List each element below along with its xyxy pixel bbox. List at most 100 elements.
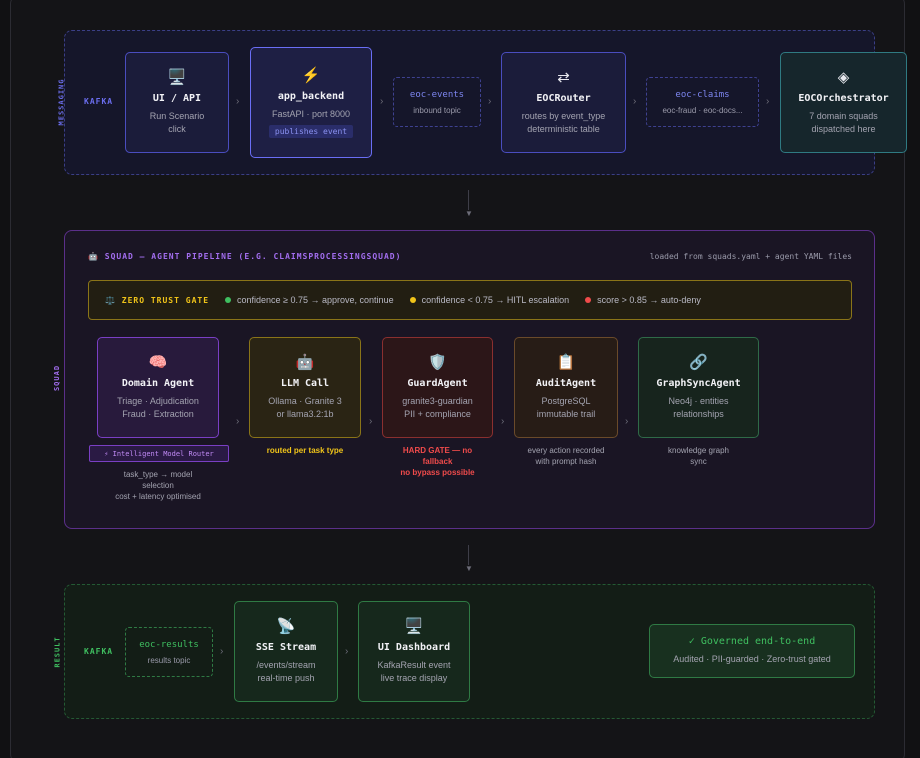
squad-label: SQUAD (53, 364, 62, 392)
gate-criterion-approve: confidence ≥ 0.75 → approve, continue (237, 295, 394, 305)
squad-loaded-from: loaded from squads.yaml + agent YAML fil… (649, 252, 852, 261)
chevron-right-icon: › (501, 416, 505, 427)
eoc-orchestrator-node: ◈ EOCOrchestrator 7 domain squads dispat… (780, 52, 907, 153)
robot-icon: 🤖 (295, 354, 315, 371)
eoc-events-topic: eoc-events inbound topic (393, 77, 481, 127)
eoc-claims-topic: eoc-claims eoc-fraud · eoc-docs... (646, 77, 759, 127)
guard-agent-sub1: granite3-guardian (402, 396, 473, 406)
governed-title: ✓ Governed end-to-end (688, 636, 816, 647)
guard-note: HARD GATE — no fallback no bypass possib… (382, 445, 493, 478)
ui-dashboard-sub1: KafkaResult event (377, 660, 451, 670)
sse-stream-node: 📡 SSE Stream /events/stream real-time pu… (234, 601, 338, 702)
guard-note-line1: HARD GATE — no (402, 446, 473, 455)
llm-call-sub2: or llama3.2:1b (276, 409, 334, 419)
eoc-orchestrator-sub1: 7 domain squads (809, 111, 878, 121)
eoc-results-title: eoc-results (139, 639, 199, 650)
domain-agent-node: 🧠 Domain Agent Triage · Adjudication Fra… (97, 337, 219, 438)
governed-sub: Audited · PII-guarded · Zero-trust gated (673, 654, 831, 664)
monitor-icon: 🖥️ (404, 618, 424, 635)
graph-note-line1: knowledge graph (668, 446, 729, 455)
chevron-right-icon: › (236, 416, 240, 427)
sse-stream-title: SSE Stream (255, 642, 317, 653)
eoc-results-sub: results topic (147, 655, 191, 665)
audit-note-line1: every action recorded (527, 446, 605, 455)
eoc-claims-sub: eoc-fraud · eoc-docs... (662, 105, 743, 115)
publishes-event-badge: publishes event (268, 125, 354, 138)
swap-arrows-icon: ⇄ (557, 69, 570, 86)
graph-note-line2: sync (690, 457, 707, 466)
app-backend-sub: FastAPI · port 8000 (271, 109, 351, 119)
ui-dashboard-sub2: live trace display (380, 673, 448, 683)
audit-agent-node: 📋 AuditAgent PostgreSQL immutable trail (514, 337, 618, 438)
guard-agent-title: GuardAgent (407, 378, 468, 389)
router-note-line2: selection (142, 481, 174, 490)
eoc-router-sub2: deterministic table (527, 124, 600, 134)
governed-end-to-end-box: ✓ Governed end-to-end Audited · PII-guar… (649, 624, 855, 678)
graph-note: knowledge graph sync (638, 445, 759, 467)
domain-agent-sub1: Triage · Adjudication (117, 396, 199, 406)
llm-call-node: 🤖 LLM Call Ollama · Granite 3 or llama3.… (249, 337, 361, 438)
guard-note-line2: fallback (422, 457, 453, 466)
sse-stream-sub1: /events/stream (256, 660, 316, 670)
app-backend-node: ⚡ app_backend FastAPI · port 8000 publis… (250, 47, 372, 158)
chevron-right-icon: › (633, 96, 637, 107)
llm-call-title: LLM Call (280, 378, 330, 389)
audit-agent-title: AuditAgent (535, 378, 597, 389)
guard-agent-node: 🛡️ GuardAgent granite3-guardian PII + co… (382, 337, 493, 438)
llm-note: routed per task type (266, 446, 344, 455)
link-icon: 🔗 (689, 354, 708, 371)
arrow-down-icon: ▼ (465, 564, 473, 573)
domain-agent-sub2: Fraud · Extraction (122, 409, 194, 419)
kafka-label-bottom: KAFKA (84, 647, 114, 656)
lightning-icon: ⚡ (301, 67, 321, 84)
eoc-orchestrator-sub2: dispatched here (811, 124, 876, 134)
eoc-router-sub1: routes by event_type (521, 111, 606, 121)
chevron-right-icon: › (625, 416, 629, 427)
diamond-icon: ◈ (837, 69, 850, 86)
graph-sync-agent-title: GraphSyncAgent (656, 378, 741, 389)
green-dot-icon (225, 297, 232, 303)
squad-pipeline-title: 🤖 SQUAD — AGENT PIPELINE (E.G. CLAIMSPRO… (88, 252, 402, 261)
router-note-line1: task_type → model (123, 470, 193, 479)
llm-call-sub1: Ollama · Granite 3 (268, 396, 342, 406)
ui-dashboard-title: UI Dashboard (377, 642, 451, 653)
eoc-claims-title: eoc-claims (675, 89, 730, 100)
eoc-events-sub: inbound topic (413, 105, 461, 115)
chevron-right-icon: › (369, 416, 373, 427)
zero-trust-gate: ⚖️ ZERO TRUST GATE confidence ≥ 0.75 → a… (88, 280, 852, 320)
messaging-label: MESSAGING (57, 78, 66, 126)
audit-note-line2: with prompt hash (535, 457, 597, 466)
gate-criterion-hitl: confidence < 0.75 → HITL escalation (421, 295, 570, 305)
eoc-router-node: ⇄ EOCRouter routes by event_type determi… (501, 52, 626, 153)
connector-line (468, 190, 469, 210)
audit-note: every action recorded with prompt hash (509, 445, 623, 467)
eoc-orchestrator-title: EOCOrchestrator (798, 93, 889, 104)
clipboard-icon: 📋 (556, 354, 576, 371)
audit-agent-sub1: PostgreSQL (541, 396, 591, 406)
ui-dashboard-node: 🖥️ UI Dashboard KafkaResult event live t… (358, 601, 470, 702)
result-label: RESULT (53, 636, 62, 668)
ui-api-sub2: click (168, 124, 186, 134)
chevron-right-icon: › (345, 646, 349, 657)
chevron-right-icon: › (766, 96, 770, 107)
ui-api-title: UI / API (152, 93, 202, 104)
eoc-router-title: EOCRouter (536, 93, 591, 104)
router-note: task_type → model selection cost + laten… (97, 469, 219, 502)
ui-api-sub1: Run Scenario (149, 111, 205, 121)
audit-agent-sub2: immutable trail (536, 409, 596, 419)
red-dot-icon (585, 297, 592, 303)
sse-stream-sub2: real-time push (257, 673, 315, 683)
app-backend-title: app_backend (277, 91, 345, 102)
eoc-results-topic: eoc-results results topic (125, 627, 213, 677)
graph-sync-agent-node: 🔗 GraphSyncAgent Neo4j · entities relati… (638, 337, 759, 438)
zero-trust-gate-title: ⚖️ ZERO TRUST GATE (105, 295, 210, 305)
guard-note-line3: no bypass possible (400, 468, 475, 477)
kafka-label-top: KAFKA (84, 97, 114, 106)
connector-line (468, 545, 469, 565)
chevron-right-icon: › (488, 96, 492, 107)
domain-agent-title: Domain Agent (121, 378, 195, 389)
ui-api-node: 🖥️ UI / API Run Scenario click (125, 52, 229, 153)
chevron-right-icon: › (380, 96, 384, 107)
graph-sync-agent-sub1: Neo4j · entities (668, 396, 729, 406)
brain-icon: 🧠 (148, 354, 168, 371)
